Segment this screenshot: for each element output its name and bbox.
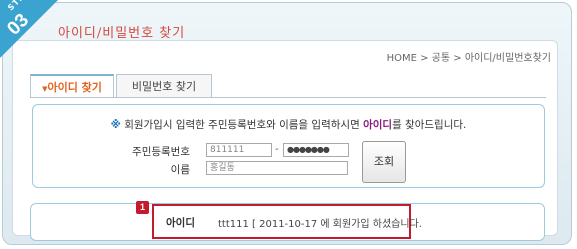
- result-label: 아이디: [166, 217, 195, 229]
- result-number-badge: 1: [136, 201, 149, 214]
- tab-find-id[interactable]: ▼아이디 찾기: [30, 74, 114, 98]
- ssn-back-input[interactable]: ●●●●●●●: [283, 143, 349, 157]
- notice-mark: ※: [110, 119, 121, 131]
- result-text: ttt111 [ 2011-10-17 에 회원가입 하셨습니다.: [218, 219, 422, 230]
- notice-highlight: 아이디: [363, 119, 393, 131]
- notice-suffix: 를 찾아드립니다.: [392, 119, 467, 131]
- ssn-front-input[interactable]: 811111: [206, 143, 272, 157]
- tab-find-password[interactable]: 비밀번호 찾기: [116, 74, 212, 98]
- breadcrumb: HOME > 공통 > 아이디/비밀번호찾기: [386, 53, 551, 64]
- tab-find-password-label: 비밀번호 찾기: [131, 80, 197, 93]
- ssn-dash: -: [275, 144, 279, 155]
- page-title: 아이디/비밀번호 찾기: [58, 26, 186, 41]
- tab-divider: [30, 97, 546, 98]
- form-notice: ※ 회원가입시 입력한 주민등록번호와 이름을 입력하시면 아이디를 찾아드립니…: [33, 117, 544, 132]
- tab-find-id-label: 아이디 찾기: [47, 81, 102, 94]
- search-button[interactable]: 조회: [362, 141, 406, 183]
- notice-text: 회원가입시 입력한 주민등록번호와 이름을 입력하시면: [124, 119, 360, 131]
- ssn-label: 주민등록번호: [132, 146, 190, 158]
- name-input[interactable]: 홍길동: [206, 161, 348, 175]
- name-label: 이름: [170, 164, 190, 176]
